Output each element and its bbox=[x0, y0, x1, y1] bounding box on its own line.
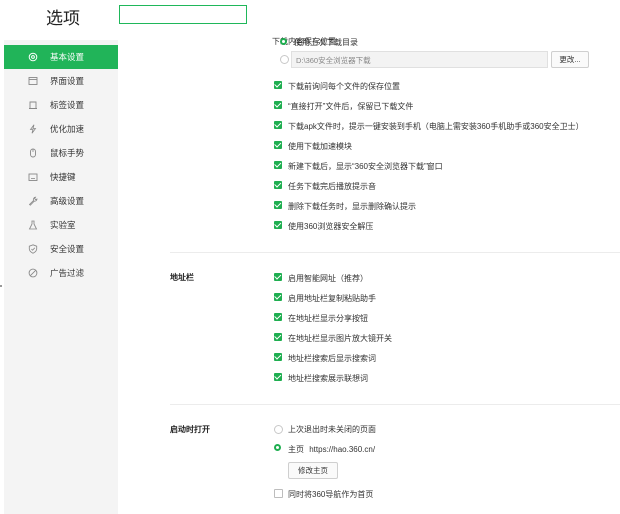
sidebar-item-label: 基本设置 bbox=[50, 52, 85, 62]
checkbox-ask-save-location[interactable] bbox=[274, 81, 282, 89]
change-path-button[interactable]: 更改... bbox=[551, 51, 589, 68]
radio-last-session-label: 上次退出时未关闭的页面 bbox=[288, 425, 376, 434]
sidebar-item-optimize[interactable]: 优化加速 bbox=[4, 117, 118, 141]
tab-icon bbox=[28, 100, 38, 110]
checkbox-label: 启用智能网址（推荐） bbox=[288, 274, 368, 283]
sidebar-item-advanced[interactable]: 高级设置 bbox=[4, 189, 118, 213]
checkbox-play-sound[interactable] bbox=[274, 181, 282, 189]
modify-homepage-button[interactable]: 修改主页 bbox=[288, 462, 338, 479]
gear-icon bbox=[28, 52, 38, 62]
radio-last-session[interactable] bbox=[274, 425, 283, 434]
checkbox-keep-opened-files[interactable] bbox=[274, 101, 282, 109]
sidebar-item-label: 鼠标手势 bbox=[50, 148, 85, 158]
addressbar-section-title: 地址栏 bbox=[170, 273, 194, 282]
checkbox-label: 下载前询问每个文件的保存位置 bbox=[288, 82, 400, 91]
section-divider bbox=[170, 404, 620, 405]
checkbox-label: 删除下载任务时，显示删除确认提示 bbox=[288, 202, 416, 211]
sidebar-item-label: 标签设置 bbox=[50, 100, 85, 110]
search-input[interactable] bbox=[119, 5, 247, 24]
checkbox-label: 启用地址栏复制粘贴助手 bbox=[288, 294, 376, 303]
edge-marker bbox=[0, 285, 2, 287]
checkbox-label: 在地址栏显示图片放大镜开关 bbox=[288, 334, 392, 343]
sidebar-item-label: 优化加速 bbox=[50, 124, 85, 134]
checkbox-label: 使用下载加速模块 bbox=[288, 142, 352, 151]
checkbox-show-download-window[interactable] bbox=[274, 161, 282, 169]
startup-section-title: 启动时打开 bbox=[170, 425, 210, 434]
section-divider bbox=[170, 252, 620, 253]
settings-panel: 下载内容保存位置: 使用上次下载目录 D:\360安全浏览器下载 更改... 下… bbox=[118, 37, 620, 514]
checkbox-label: 任务下载完后播放提示音 bbox=[288, 182, 376, 191]
checkbox-label: 新建下载后，显示“360安全浏览器下载”窗口 bbox=[288, 162, 443, 171]
window-icon bbox=[28, 76, 38, 86]
homepage-url: https://hao.360.cn/ bbox=[309, 445, 376, 454]
checkbox-download-accelerate[interactable] bbox=[274, 141, 282, 149]
sidebar-item-tab-settings[interactable]: 标签设置 bbox=[4, 93, 118, 117]
sidebar-item-label: 高级设置 bbox=[50, 196, 85, 206]
checkbox-label: 地址栏搜索展示联想词 bbox=[288, 374, 368, 383]
sidebar-item-label: 界面设置 bbox=[50, 76, 85, 86]
checkbox-nav-as-homepage[interactable] bbox=[274, 489, 283, 498]
checkbox-label: 在地址栏显示分享按钮 bbox=[288, 314, 368, 323]
radio-custom-directory[interactable] bbox=[280, 55, 289, 64]
sidebar-item-interface-settings[interactable]: 界面设置 bbox=[4, 69, 118, 93]
checkbox-smart-url[interactable] bbox=[274, 273, 282, 281]
radio-homepage-label: 主页 https://hao.360.cn/ bbox=[288, 444, 375, 455]
radio-homepage[interactable] bbox=[274, 444, 281, 451]
checkbox-show-search-term[interactable] bbox=[274, 353, 282, 361]
checkbox-image-magnifier[interactable] bbox=[274, 333, 282, 341]
sidebar-item-label: 实验室 bbox=[50, 220, 76, 230]
wrench-icon bbox=[28, 196, 38, 206]
checkbox-safe-unzip[interactable] bbox=[274, 221, 282, 229]
keyboard-icon bbox=[28, 172, 38, 182]
sidebar-item-security[interactable]: 安全设置 bbox=[4, 237, 118, 261]
title-bar: 选项 bbox=[0, 0, 620, 40]
checkbox-label: 下载apk文件时，提示一键安装到手机（电脑上需安装360手机助手或360安全卫士… bbox=[288, 122, 584, 131]
download-path-field[interactable]: D:\360安全浏览器下载 bbox=[291, 51, 548, 68]
sidebar-item-mouse-gestures[interactable]: 鼠标手势 bbox=[4, 141, 118, 165]
sidebar-item-lab[interactable]: 实验室 bbox=[4, 213, 118, 237]
checkbox-label: 地址栏搜索后显示搜索词 bbox=[288, 354, 376, 363]
checkbox-delete-confirm[interactable] bbox=[274, 201, 282, 209]
app-title: 选项 bbox=[46, 9, 80, 28]
checkbox-apk-install-prompt[interactable] bbox=[274, 121, 282, 129]
checkbox-label: “直接打开”文件后，保留已下载文件 bbox=[288, 102, 414, 111]
sidebar-item-ad-filter[interactable]: 广告过滤 bbox=[4, 261, 118, 285]
radio-last-directory[interactable] bbox=[280, 38, 287, 45]
sidebar: 基本设置 界面设置 标签设置 优化加速 鼠标手势 快捷键 高级设置 实验室 安全… bbox=[4, 40, 118, 514]
sidebar-item-basic-settings[interactable]: 基本设置 bbox=[4, 45, 118, 69]
checkbox-label: 使用360浏览器安全解压 bbox=[288, 222, 374, 231]
mouse-icon bbox=[28, 148, 38, 158]
sidebar-item-label: 快捷键 bbox=[50, 172, 76, 182]
flask-icon bbox=[28, 220, 38, 230]
checkbox-search-suggestions[interactable] bbox=[274, 373, 282, 381]
sidebar-item-shortcuts[interactable]: 快捷键 bbox=[4, 165, 118, 189]
shield-icon bbox=[28, 244, 38, 254]
homepage-label: 主页 bbox=[288, 445, 304, 454]
radio-last-directory-label: 使用上次下载目录 bbox=[294, 38, 358, 47]
sidebar-item-label: 广告过滤 bbox=[50, 268, 85, 278]
sidebar-item-label: 安全设置 bbox=[50, 244, 85, 254]
block-icon bbox=[28, 268, 38, 278]
checkbox-label: 同时将360导航作为首页 bbox=[288, 490, 374, 499]
checkbox-share-button[interactable] bbox=[274, 313, 282, 321]
lightning-icon bbox=[28, 124, 38, 134]
checkbox-copy-paste-helper[interactable] bbox=[274, 293, 282, 301]
download-path-value: D:\360安全浏览器下载 bbox=[296, 56, 371, 65]
